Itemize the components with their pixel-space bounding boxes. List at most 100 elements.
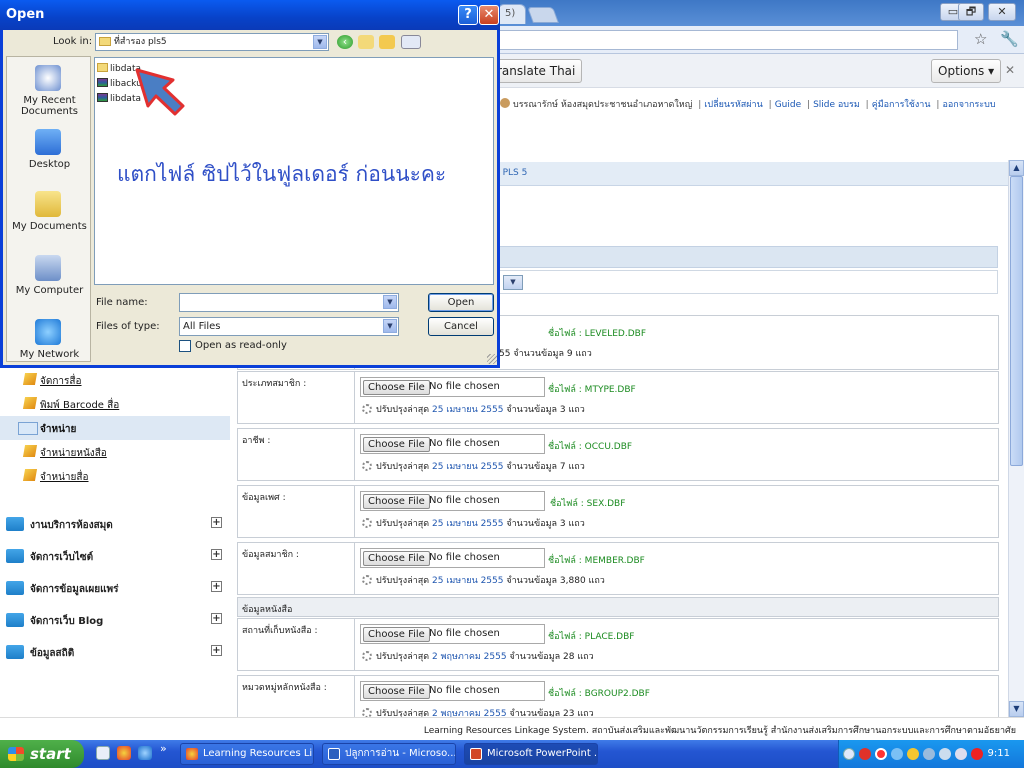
slide-link[interactable]: Slide อบรม	[813, 100, 860, 110]
view-menu-icon[interactable]	[401, 35, 421, 49]
sidebar-item-print-barcode[interactable]: พิมพ์ Barcode สื่อ	[0, 392, 230, 416]
chevron-down-icon[interactable]: ▼	[383, 319, 397, 333]
recent-documents-icon	[35, 65, 61, 91]
file-input[interactable]: Choose File No file chosen	[360, 681, 545, 701]
file-input[interactable]: Choose File No file chosen	[360, 624, 545, 644]
read-only-checkbox[interactable]	[179, 340, 191, 352]
sidebar-item-dispose-books[interactable]: จำหน่ายหนังสือ	[0, 440, 230, 464]
ie-quicklaunch-icon[interactable]	[138, 746, 152, 760]
new-tab-button[interactable]	[527, 7, 559, 23]
choose-file-button[interactable]: Choose File	[363, 551, 430, 566]
page-scrollbar[interactable]: ▲ ▼	[1008, 160, 1024, 717]
tray-keyboard-icon[interactable]	[939, 748, 951, 760]
translate-button[interactable]: ranslate Thai	[490, 59, 583, 83]
tray-volume-icon[interactable]	[955, 748, 967, 760]
place-desktop[interactable]: Desktop	[7, 123, 92, 185]
expand-icon[interactable]: +	[211, 613, 222, 624]
windows-logo-icon	[8, 747, 24, 761]
resize-grip[interactable]	[487, 354, 497, 364]
file-input[interactable]: Choose File No file chosen	[360, 491, 545, 511]
task-word-doc[interactable]: ปลูกการอ่าน - Microso...	[322, 743, 456, 765]
section-label: งานบริการห้องสมุด	[30, 520, 113, 531]
choose-file-button[interactable]: Choose File	[363, 380, 430, 395]
tray-display-icon[interactable]	[923, 748, 935, 760]
close-bar-icon[interactable]: ✕	[1005, 63, 1015, 77]
tray-antivirus-icon[interactable]	[971, 748, 983, 760]
sidebar-item-dispose-media[interactable]: จำหน่ายสื่อ	[0, 464, 230, 488]
place-my-network[interactable]: My Network	[7, 313, 92, 363]
tray-app-icon[interactable]	[859, 748, 871, 760]
file-input[interactable]: Choose File No file chosen	[360, 377, 545, 397]
tray-network-icon[interactable]	[891, 748, 903, 760]
sidebar-section-library-service[interactable]: งานบริการห้องสมุด +	[0, 510, 230, 538]
file-type-select[interactable]: All Files ▼	[179, 317, 399, 336]
expand-icon[interactable]: +	[211, 645, 222, 656]
file-input[interactable]: Choose File No file chosen	[360, 434, 545, 454]
show-desktop-icon[interactable]	[96, 746, 110, 760]
options-button[interactable]: Options ▾	[931, 59, 1002, 83]
update-info: 55 จำนวนข้อมูล 9 แถว	[499, 349, 592, 359]
sidebar-section-publish[interactable]: จัดการข้อมูลเผยแพร่ +	[0, 574, 230, 602]
more-quicklaunch-icon[interactable]: »	[160, 742, 167, 755]
folder-icon	[6, 645, 24, 659]
row-label: หมวดหมู่หลักหนังสือ :	[242, 683, 327, 693]
expand-icon[interactable]: +	[211, 581, 222, 592]
file-input[interactable]: Choose File No file chosen	[360, 548, 545, 568]
chevron-down-icon[interactable]: ▼	[313, 35, 327, 49]
tray-security-icon[interactable]	[907, 748, 919, 760]
choose-file-button[interactable]: Choose File	[363, 627, 430, 642]
guide-link[interactable]: Guide	[775, 100, 801, 110]
open-button[interactable]: Open	[428, 293, 494, 312]
task-powerpoint[interactable]: Microsoft PowerPoint ...	[464, 743, 598, 765]
section-label: จัดการเว็บไซต์	[30, 552, 94, 563]
place-my-computer[interactable]: My Computer	[7, 249, 92, 311]
sidebar-section-website[interactable]: จัดการเว็บไซต์ +	[0, 542, 230, 570]
choose-file-button[interactable]: Choose File	[363, 437, 430, 452]
sidebar-section-blog[interactable]: จัดการเว็บ Blog +	[0, 606, 230, 634]
task-learning-resources[interactable]: Learning Resources Li...	[180, 743, 314, 765]
chevron-down-icon[interactable]: ▼	[383, 295, 397, 309]
look-in-select[interactable]: ที่สำรอง pls5 ▼	[95, 33, 329, 51]
task-label: ปลูกการอ่าน - Microso...	[345, 748, 456, 759]
logout-link[interactable]: ออกจากระบบ	[942, 100, 995, 110]
scroll-thumb[interactable]	[1010, 176, 1023, 466]
expand-icon[interactable]: +	[211, 549, 222, 560]
spinner-icon	[362, 518, 372, 528]
address-bar[interactable]	[498, 30, 958, 50]
dialog-close-button[interactable]: ✕	[479, 5, 499, 25]
file-name-input[interactable]: ▼	[179, 293, 399, 312]
browser-tab[interactable]: 5) ×	[498, 4, 526, 37]
choose-file-button[interactable]: Choose File	[363, 494, 430, 509]
scroll-up-icon[interactable]: ▲	[1009, 160, 1024, 176]
select-dropdown-arrow[interactable]: ▼	[503, 275, 523, 290]
place-my-documents[interactable]: My Documents	[7, 185, 92, 247]
wrench-icon[interactable]: 🔧	[1000, 30, 1019, 48]
select-row: ▼	[490, 270, 998, 294]
open-dialog: Open ? ✕ Look in: ที่สำรอง pls5 ▼ ‹ My Re…	[0, 0, 500, 368]
cancel-button[interactable]: Cancel	[428, 317, 494, 336]
new-folder-icon[interactable]	[379, 35, 395, 49]
chrome-quicklaunch-icon[interactable]	[117, 746, 131, 760]
dialog-title: Open	[6, 7, 45, 22]
sidebar-item-disposal[interactable]: จำหน่าย	[0, 416, 230, 440]
expand-icon[interactable]: +	[211, 517, 222, 528]
sidebar-item-manage-media[interactable]: จัดการสื่อ	[0, 368, 230, 392]
up-folder-icon[interactable]	[358, 35, 374, 49]
change-password-link[interactable]: เปลี่ยนรหัสผ่าน	[704, 100, 762, 110]
footer-text: Learning Resources Linkage System. สถาบั…	[423, 726, 1016, 736]
scroll-down-icon[interactable]: ▼	[1009, 701, 1024, 717]
sidebar-section-statistics[interactable]: ข้อมูลสถิติ +	[0, 638, 230, 666]
sidebar-item-label: จำหน่าย	[40, 424, 77, 435]
choose-file-button[interactable]: Choose File	[363, 684, 430, 699]
place-recent-documents[interactable]: My Recent Documents	[7, 59, 92, 121]
help-button[interactable]: ?	[458, 5, 478, 25]
star-icon[interactable]: ☆	[974, 30, 987, 48]
window-close-button[interactable]: ✕	[988, 3, 1016, 21]
tray-opera-icon[interactable]	[875, 748, 887, 760]
tray-expand-icon[interactable]	[843, 748, 855, 760]
manual-link[interactable]: คู่มือการใช้งาน	[872, 100, 931, 110]
window-maximize-button[interactable]: 🗗	[958, 3, 984, 21]
back-icon[interactable]: ‹	[337, 35, 353, 49]
dialog-titlebar[interactable]: Open	[0, 0, 500, 30]
annotation-text: แตกไฟล์ ซิปไว้ในฟูลเดอร์ ก่อนนะคะ	[117, 162, 447, 186]
